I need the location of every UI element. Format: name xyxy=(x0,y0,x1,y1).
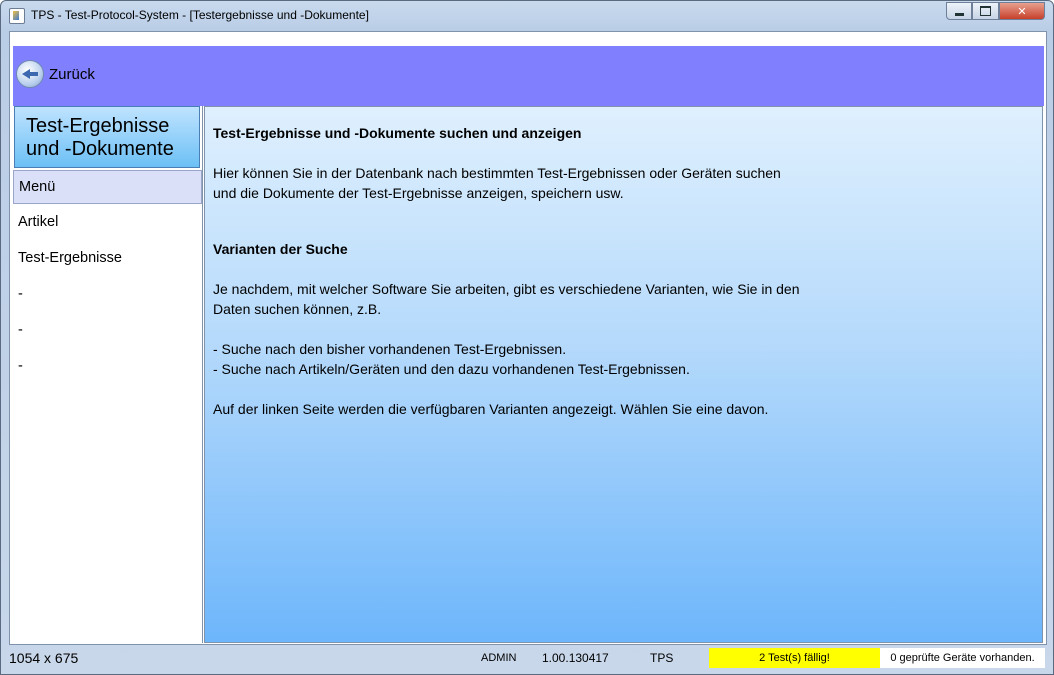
status-user: ADMIN xyxy=(481,652,517,664)
title-bar[interactable]: TPS - Test-Protocol-System - [Testergebn… xyxy=(1,1,1053,31)
status-tests-due[interactable]: 2 Test(s) fällig! xyxy=(709,648,880,668)
sidebar-item-empty-3[interactable]: - xyxy=(13,349,202,383)
variants-heading: Varianten der Suche xyxy=(213,241,348,257)
window-title: TPS - Test-Protocol-System - [Testergebn… xyxy=(31,8,369,22)
back-label: Zurück xyxy=(49,65,95,83)
maximize-icon xyxy=(980,6,991,16)
status-size: 1054 x 675 xyxy=(9,650,79,666)
sidebar-header: Test-Ergebnisse und -Dokumente xyxy=(14,106,200,168)
app-window: TPS - Test-Protocol-System - [Testergebn… xyxy=(0,0,1054,675)
sidebar-item-artikel[interactable]: Artikel xyxy=(13,205,202,239)
sidebar-item-test-ergebnisse[interactable]: Test-Ergebnisse xyxy=(13,241,202,275)
sidebar-item-menu[interactable]: Menü xyxy=(13,170,202,204)
content-panel: Test-Ergebnisse und -Dokumente suchen un… xyxy=(204,106,1043,643)
sidebar-item-empty-2[interactable]: - xyxy=(13,313,202,347)
sidebar-item-empty-1[interactable]: - xyxy=(13,277,202,311)
back-arrow-icon xyxy=(16,60,44,88)
close-icon: ✕ xyxy=(1017,4,1027,18)
app-icon[interactable] xyxy=(9,8,25,24)
close-button[interactable]: ✕ xyxy=(999,2,1045,20)
minimize-icon xyxy=(954,12,964,16)
variants-line-1: Je nachdem, mit welcher Software Sie arb… xyxy=(213,281,800,297)
variants-line-2: Daten suchen können, z.B. xyxy=(213,301,382,317)
top-bar: Zurück xyxy=(13,46,1044,106)
back-button[interactable]: Zurück xyxy=(16,60,95,88)
maximize-button[interactable] xyxy=(972,2,999,20)
status-checked-devices: 0 geprüfte Geräte vorhanden. xyxy=(880,648,1045,668)
client-area: Zurück Test-Ergebnisse und -Dokumente Me… xyxy=(9,31,1047,645)
bullet-1: - Suche nach den bisher vorhandenen Test… xyxy=(213,341,567,357)
status-bar: 1054 x 675 ADMIN 1.00.130417 TPS 2 Test(… xyxy=(9,646,1045,670)
intro-line-1: Hier können Sie in der Datenbank nach be… xyxy=(213,165,781,181)
status-version: 1.00.130417 xyxy=(542,651,609,665)
outro-text: Auf der linken Seite werden die verfügba… xyxy=(213,401,769,417)
content-heading: Test-Ergebnisse und -Dokumente suchen un… xyxy=(213,125,582,141)
minimize-button[interactable] xyxy=(946,2,972,20)
intro-line-2: und die Dokumente der Test-Ergebnisse an… xyxy=(213,185,624,201)
status-app: TPS xyxy=(650,651,674,665)
sidebar: Test-Ergebnisse und -Dokumente Menü Arti… xyxy=(13,106,203,643)
bullet-2: - Suche nach Artikeln/Geräten und den da… xyxy=(213,361,690,377)
